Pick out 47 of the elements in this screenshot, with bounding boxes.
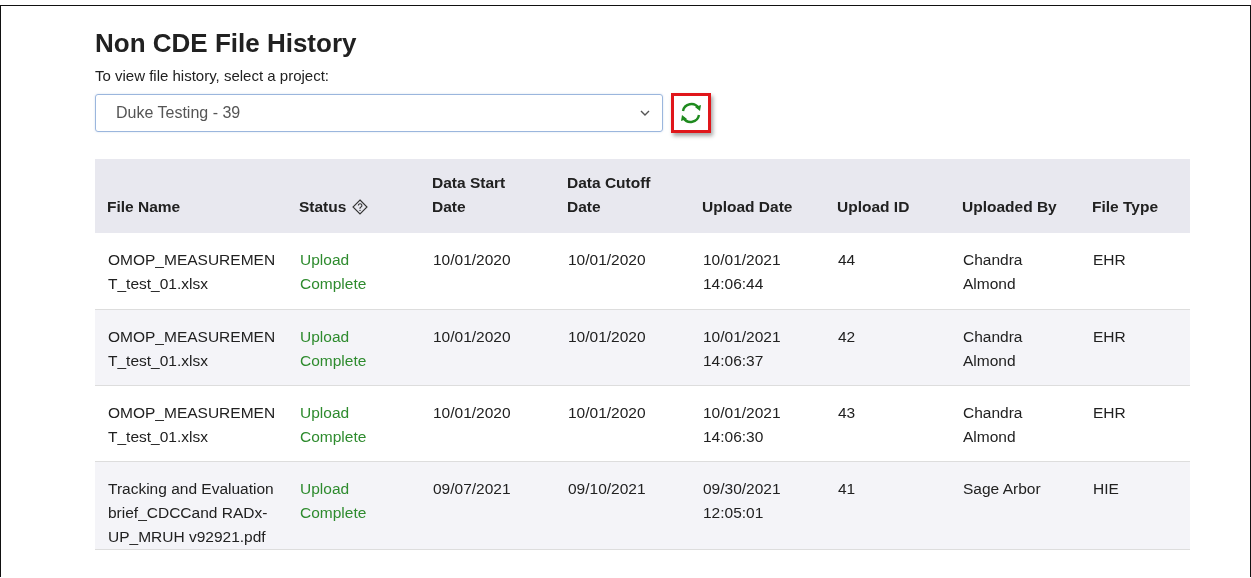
chevron-down-icon: [640, 110, 650, 116]
refresh-button[interactable]: [671, 93, 711, 133]
date-cell-text: 09/07/2021: [433, 478, 511, 499]
file-name-cell-text: OMOP_MEASUREMENT_test_01.xlsx: [108, 250, 276, 294]
id-cell-text: 41: [838, 478, 856, 499]
date-cell-text: 10/01/2020: [568, 402, 646, 423]
date-cell-text: 10/01/2020: [568, 326, 646, 347]
column-header: File Name: [107, 197, 181, 217]
column-header: Upload Date: [702, 197, 793, 217]
file-type-cell-text: EHR: [1093, 250, 1126, 270]
page-title: Non CDE File History: [95, 28, 358, 59]
id-cell-text: 43: [838, 402, 856, 423]
column-header: Uploaded By: [962, 197, 1057, 217]
date-cell-text: 10/01/2020: [433, 326, 511, 347]
file-type-cell-text: EHR: [1093, 402, 1126, 423]
date-cell-text: 10/01/2020: [433, 402, 511, 423]
uploader-cell-text: Chandra Almond: [963, 326, 1024, 371]
uploader-cell-text: Chandra Almond: [963, 402, 1024, 447]
date-cell-text: 10/01/2021 14:06:30: [703, 402, 782, 447]
date-cell-text: 10/01/2021 14:06:37: [703, 326, 782, 371]
help-diamond-icon[interactable]: [352, 199, 369, 215]
date-cell-text: 10/01/2020: [568, 250, 646, 270]
uploader-cell-text: Chandra Almond: [963, 250, 1024, 294]
uploader-cell-text: Sage Arbor: [963, 478, 1041, 499]
status-cell-text: Upload Complete: [300, 402, 368, 447]
date-cell-text: 09/30/2021 12:05:01: [703, 478, 782, 523]
date-cell-text: 10/01/2020: [433, 250, 511, 270]
id-cell-text: 44: [838, 250, 856, 270]
id-cell-text: 42: [838, 326, 856, 347]
file-type-cell-text: HIE: [1093, 478, 1119, 499]
status-cell-text: Upload Complete: [300, 250, 368, 294]
file-name-cell-text: OMOP_MEASUREMENT_test_01.xlsx: [108, 326, 276, 371]
column-header: Status: [299, 197, 347, 217]
column-header: Data Start Date: [432, 173, 507, 217]
status-cell-text: Upload Complete: [300, 478, 368, 523]
column-header: Upload ID: [837, 197, 910, 217]
file-name-cell-text: OMOP_MEASUREMENT_test_01.xlsx: [108, 402, 276, 447]
refresh-icon: [678, 100, 704, 126]
file-name-cell-text: Tracking and Evaluation brief_CDCCand RADx-UP_MRUH v92921.pdf: [108, 478, 275, 547]
column-header: File Type: [1092, 197, 1159, 217]
file-type-cell-text: EHR: [1093, 326, 1126, 347]
column-header: Data Cutoff Date: [567, 173, 652, 217]
date-cell-text: 09/10/2021: [568, 478, 646, 499]
date-cell-text: 10/01/2021 14:06:44: [703, 250, 782, 294]
project-select[interactable]: Duke Testing - 39: [95, 94, 663, 132]
status-cell-text: Upload Complete: [300, 326, 368, 371]
select-prompt: To view file history, select a project:: [95, 67, 330, 84]
